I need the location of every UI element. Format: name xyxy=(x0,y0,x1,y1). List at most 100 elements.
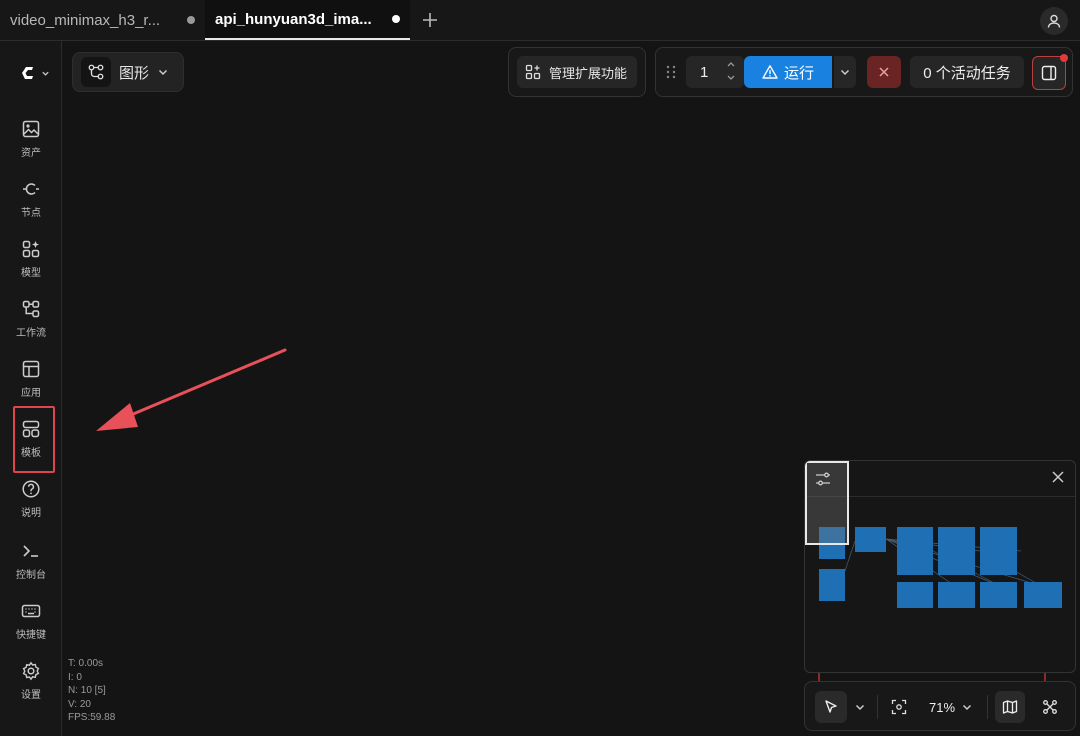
close-icon xyxy=(879,67,889,77)
plus-icon xyxy=(423,13,437,27)
run-label: 运行 xyxy=(783,64,814,82)
toolbar-divider xyxy=(987,695,988,719)
workflow-icon xyxy=(22,300,40,318)
sidebar-item-help[interactable]: 说明 xyxy=(0,471,62,527)
minimap-node xyxy=(1024,582,1062,608)
console-icon xyxy=(23,545,38,557)
sidebar: 资产 节点 模型 工作流 应用 模板 说明 控制台 快捷键 设置 xyxy=(0,41,62,736)
warning-icon xyxy=(762,65,778,79)
templates-highlight-box xyxy=(13,406,55,473)
unsaved-dot-icon xyxy=(392,15,400,23)
settings-icon xyxy=(22,661,40,681)
annotation-arrow-icon xyxy=(96,348,287,431)
canvas-toolbar: 71% xyxy=(804,681,1076,731)
chevron-up-icon[interactable] xyxy=(726,60,736,68)
logo-menu-button[interactable] xyxy=(18,63,50,83)
render-stats: T: 0.00s I: 0 N: 10 [5] V: 20 FPS:59.88 xyxy=(68,657,115,725)
sidebar-item-apps[interactable]: 应用 xyxy=(0,351,62,407)
comfy-logo-icon xyxy=(22,67,33,79)
minimap-node xyxy=(819,569,845,601)
drag-handle-icon[interactable] xyxy=(666,64,676,80)
run-button[interactable]: 运行 xyxy=(744,56,832,88)
sidebar-item-label: 设置 xyxy=(21,690,41,701)
minimap[interactable] xyxy=(804,460,1076,673)
active-tasks-button[interactable]: 0 个活动任务 xyxy=(910,56,1024,88)
toolbar-divider xyxy=(877,695,878,719)
chevron-down-icon[interactable] xyxy=(726,74,736,82)
extensions-panel: 管理扩展功能 xyxy=(508,47,646,97)
sidebar-panel-icon xyxy=(1041,65,1057,81)
select-mode-button[interactable] xyxy=(815,691,847,723)
help-icon xyxy=(22,480,40,498)
zoom-level-label: 71% xyxy=(928,699,956,715)
tab-bar: video_minimax_h3_r... api_hunyuan3d_ima.… xyxy=(0,0,1080,41)
chevron-down-icon xyxy=(158,69,168,76)
node-icon xyxy=(23,183,39,195)
app-window: video_minimax_h3_r... api_hunyuan3d_ima.… xyxy=(0,0,1080,736)
sidebar-item-shortcuts[interactable]: 快捷键 xyxy=(0,593,62,649)
manage-extensions-label: 管理扩展功能 xyxy=(549,65,628,81)
close-icon[interactable] xyxy=(1051,470,1065,484)
stat-nodes: N: 10 [5] xyxy=(68,685,106,696)
chevron-down-icon xyxy=(962,704,972,711)
sidebar-item-label: 节点 xyxy=(21,208,41,219)
view-mode-label: 图形 xyxy=(119,64,150,82)
stat-v: V: 20 xyxy=(68,698,91,710)
user-icon xyxy=(1047,14,1061,28)
sidebar-item-label: 说明 xyxy=(21,508,41,519)
chevron-down-icon xyxy=(855,704,865,711)
cursor-icon xyxy=(825,700,837,713)
model-icon xyxy=(22,240,40,258)
minimap-node xyxy=(897,527,933,575)
tab-api-hunyuan3d[interactable]: api_hunyuan3d_ima... xyxy=(205,0,410,40)
sidebar-item-console[interactable]: 控制台 xyxy=(0,533,62,589)
minimap-node xyxy=(980,527,1017,575)
toggle-links-button[interactable] xyxy=(1035,691,1065,723)
user-button[interactable] xyxy=(1040,7,1068,35)
sidebar-item-assets[interactable]: 资产 xyxy=(0,111,62,167)
fit-view-button[interactable] xyxy=(885,691,913,723)
minimap-node xyxy=(897,582,933,608)
minimap-node xyxy=(980,582,1017,608)
sidebar-item-label: 控制台 xyxy=(16,570,46,581)
focus-icon xyxy=(891,699,907,715)
sidebar-item-label: 模型 xyxy=(21,268,41,279)
run-controls-panel: 1 运行 0 个活动任务 xyxy=(655,47,1073,97)
stat-fps: FPS:59.88 xyxy=(68,712,116,723)
sliders-icon[interactable] xyxy=(815,471,831,487)
stat-i: I: 0 xyxy=(68,671,82,683)
unlink-icon xyxy=(1043,700,1057,714)
notification-badge xyxy=(1060,54,1068,62)
image-icon xyxy=(22,120,40,138)
chevron-down-icon xyxy=(42,71,49,76)
app-icon xyxy=(22,360,40,378)
tab-label: api_hunyuan3d_ima... xyxy=(215,10,372,28)
manage-extensions-button[interactable]: 管理扩展功能 xyxy=(517,56,637,88)
map-icon xyxy=(1002,700,1018,714)
sidebar-item-nodes[interactable]: 节点 xyxy=(0,171,62,227)
keyboard-icon xyxy=(21,604,41,618)
cancel-run-button[interactable] xyxy=(867,56,901,88)
new-tab-button[interactable] xyxy=(410,0,450,40)
unsaved-dot-icon xyxy=(187,16,195,24)
active-tasks-label: 0 个活动任务 xyxy=(923,64,1011,82)
batch-stepper[interactable] xyxy=(726,60,736,82)
batch-count-input[interactable]: 1 xyxy=(686,56,744,88)
sidebar-item-label: 工作流 xyxy=(16,328,46,339)
minimap-node xyxy=(938,582,975,608)
minimap-node xyxy=(938,527,975,575)
sidebar-item-models[interactable]: 模型 xyxy=(0,231,62,287)
view-mode-icon-wrap xyxy=(81,57,111,87)
sidebar-item-workflows[interactable]: 工作流 xyxy=(0,291,62,347)
sidebar-item-label: 快捷键 xyxy=(16,630,46,641)
sidebar-item-label: 应用 xyxy=(21,388,41,399)
mode-options-button[interactable] xyxy=(851,691,869,723)
tab-video-minimax[interactable]: video_minimax_h3_r... xyxy=(0,0,205,40)
run-options-button[interactable] xyxy=(834,56,856,88)
zoom-level-dropdown[interactable]: 71% xyxy=(923,691,979,723)
minimap-node xyxy=(855,527,886,552)
toggle-minimap-button[interactable] xyxy=(995,691,1025,723)
sidebar-item-settings[interactable]: 设置 xyxy=(0,653,62,709)
view-mode-button[interactable]: 图形 xyxy=(72,52,184,92)
toggle-panel-button[interactable] xyxy=(1032,54,1068,90)
